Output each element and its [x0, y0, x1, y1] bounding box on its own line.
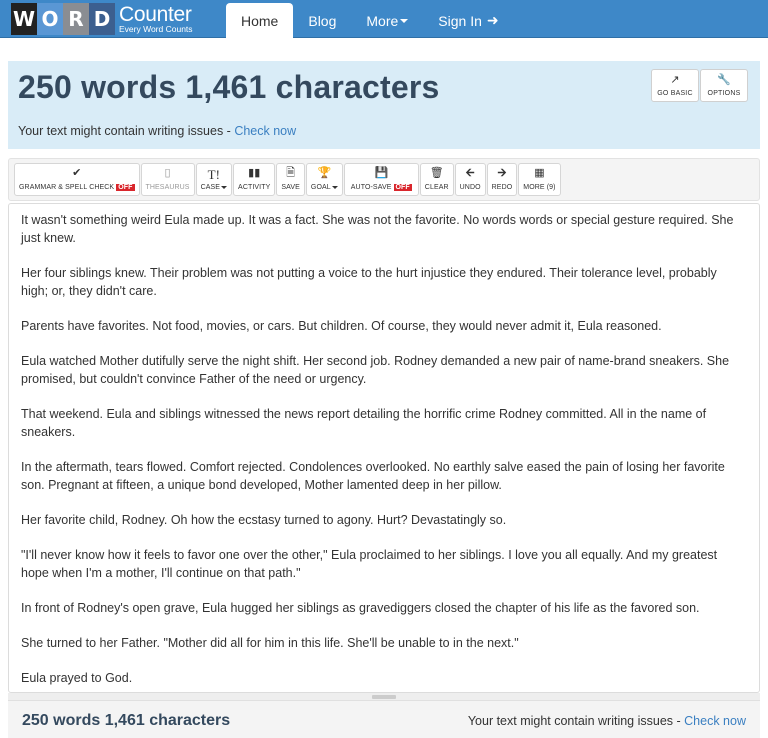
editor-paragraph: Eula watched Mother dutifully serve the … — [21, 354, 730, 386]
summary-buttons: ↗ GO BASIC 🔧 OPTIONS — [650, 69, 748, 102]
save-button[interactable]: 🗎 SAVE — [276, 163, 305, 196]
editor-paragraph: In front of Rodney's open grave, Eula hu… — [21, 601, 700, 615]
go-basic-button[interactable]: ↗ GO BASIC — [651, 69, 699, 102]
activity-label: ACTIVITY — [238, 184, 271, 191]
check-icon: ✔ — [72, 167, 82, 179]
save-label: SAVE — [281, 184, 300, 191]
nav-blog[interactable]: Blog — [293, 3, 351, 38]
bottom-writing-issues-text: Your text might contain writing issues - — [467, 714, 685, 728]
logo-letter-w: W — [11, 3, 37, 35]
nav-home[interactable]: Home — [226, 3, 294, 38]
more-button[interactable]: ▦ MORE (9) — [518, 163, 561, 196]
caret-down-icon — [221, 185, 228, 189]
grammar-spell-check-button[interactable]: ✔ GRAMMAR & SPELL CHECK OFF — [14, 163, 140, 196]
bottom-writing-issues-notice: Your text might contain writing issues -… — [468, 714, 746, 728]
bottom-check-now-link[interactable]: Check now — [684, 714, 746, 728]
nav-more-label: More — [366, 12, 399, 29]
editor-paragraph: Eula prayed to God. — [21, 671, 133, 685]
auto-save-label: AUTO-SAVE — [350, 184, 392, 191]
redo-label: REDO — [491, 184, 513, 191]
site-logo[interactable]: W O R D Counter Every Word Counts — [11, 3, 193, 35]
arrow-left-icon: 🡨 — [465, 167, 475, 179]
logo-letter-o: O — [37, 3, 63, 35]
nav-sign-in[interactable]: Sign In ➜ — [423, 3, 513, 38]
case-dropdown-button[interactable]: T! CASE — [195, 163, 233, 196]
go-basic-label: GO BASIC — [657, 89, 693, 97]
book-icon: ▯ — [164, 167, 171, 179]
logo-letter-r: R — [63, 3, 89, 35]
editor-toolbar: ✔ GRAMMAR & SPELL CHECK OFF ▯ THESAURUS T… — [8, 158, 760, 201]
activity-button[interactable]: ▮▮ ACTIVITY — [233, 163, 276, 196]
save-file-icon: 🗎 — [286, 167, 296, 179]
auto-save-button[interactable]: 💾 AUTO-SAVE OFF — [343, 163, 419, 196]
editor-paragraph: It wasn't something weird Eula made up. … — [21, 213, 734, 245]
editor-paragraph: She turned to her Father. "Mother did al… — [21, 636, 519, 650]
editor-resize-bar — [8, 693, 760, 701]
grammar-spell-check-label: GRAMMAR & SPELL CHECK — [19, 184, 115, 191]
check-now-link[interactable]: Check now — [234, 124, 296, 138]
auto-save-off-badge: OFF — [393, 184, 412, 191]
nav-home-label: Home — [241, 12, 279, 29]
caret-down-icon — [331, 185, 338, 189]
wrench-icon: 🔧 — [717, 73, 731, 86]
trash-icon: 🗑 — [429, 167, 444, 179]
editor-paragraph: Her favorite child, Rodney. Oh how the e… — [21, 513, 507, 527]
brand-title: Counter — [119, 3, 192, 27]
goal-dropdown-button[interactable]: 🏆 GOAL — [305, 163, 343, 196]
clear-label: CLEAR — [424, 184, 449, 191]
editor-paragraph: Parents have favorites. Not food, movies… — [21, 319, 662, 333]
grid-icon: ▦ — [534, 167, 545, 179]
undo-button[interactable]: 🡨 UNDO — [454, 163, 486, 196]
caret-down-icon — [400, 18, 409, 23]
logo-letter-d: D — [89, 3, 115, 35]
thesaurus-label: THESAURUS — [145, 184, 190, 191]
text-editor[interactable]: It wasn't something weird Eula made up. … — [8, 203, 760, 693]
thesaurus-button[interactable]: ▯ THESAURUS — [140, 163, 195, 196]
floppy-disk-icon: 💾 — [374, 167, 389, 179]
top-navbar: W O R D Counter Every Word Counts Home B… — [0, 0, 768, 38]
brand-name: Counter Every Word Counts — [119, 4, 193, 34]
brand-tagline: Every Word Counts — [119, 24, 193, 35]
editor-paragraph: In the aftermath, tears flowed. Comfort … — [21, 460, 725, 492]
external-link-icon: ↗ — [670, 73, 680, 86]
nav-sign-in-label: Sign In — [438, 12, 482, 29]
writing-issues-text: Your text might contain writing issues - — [18, 124, 235, 138]
redo-button[interactable]: 🡪 REDO — [486, 163, 518, 196]
nav-blog-label: Blog — [308, 12, 337, 29]
summary-panel: 250 words 1,461 characters Your text mig… — [8, 61, 760, 149]
sign-in-icon: ➜ — [486, 12, 499, 28]
editor-paragraph: Her four siblings knew. Their problem wa… — [21, 266, 717, 298]
options-button[interactable]: 🔧 OPTIONS — [700, 69, 748, 102]
clear-button[interactable]: 🗑 CLEAR — [419, 163, 454, 196]
resize-handle[interactable] — [372, 695, 396, 699]
editor-paragraph: "I'll never know how it feels to favor o… — [21, 548, 718, 580]
undo-label: UNDO — [459, 184, 481, 191]
bottom-stats-bar: 250 words 1,461 characters Your text mig… — [8, 701, 760, 738]
bottom-word-character-count: 250 words 1,461 characters — [22, 712, 231, 729]
editor-paragraph: That weekend. Eula and siblings witnesse… — [21, 407, 707, 439]
arrow-right-icon: 🡪 — [497, 167, 507, 179]
writing-issues-notice: Your text might contain writing issues -… — [18, 124, 296, 138]
grammar-off-badge: OFF — [116, 184, 135, 191]
case-label: CASE — [200, 184, 221, 191]
text-case-icon: T! — [207, 167, 220, 182]
bar-chart-icon: ▮▮ — [248, 167, 261, 179]
trophy-icon: 🏆 — [317, 167, 332, 179]
nav-more-dropdown[interactable]: More — [351, 3, 423, 38]
options-label: OPTIONS — [707, 89, 741, 97]
goal-label: GOAL — [310, 184, 331, 191]
word-character-count: 250 words 1,461 characters — [18, 69, 440, 105]
main-nav: Home Blog More Sign In ➜ — [226, 3, 514, 38]
more-label: MORE (9) — [523, 184, 556, 191]
